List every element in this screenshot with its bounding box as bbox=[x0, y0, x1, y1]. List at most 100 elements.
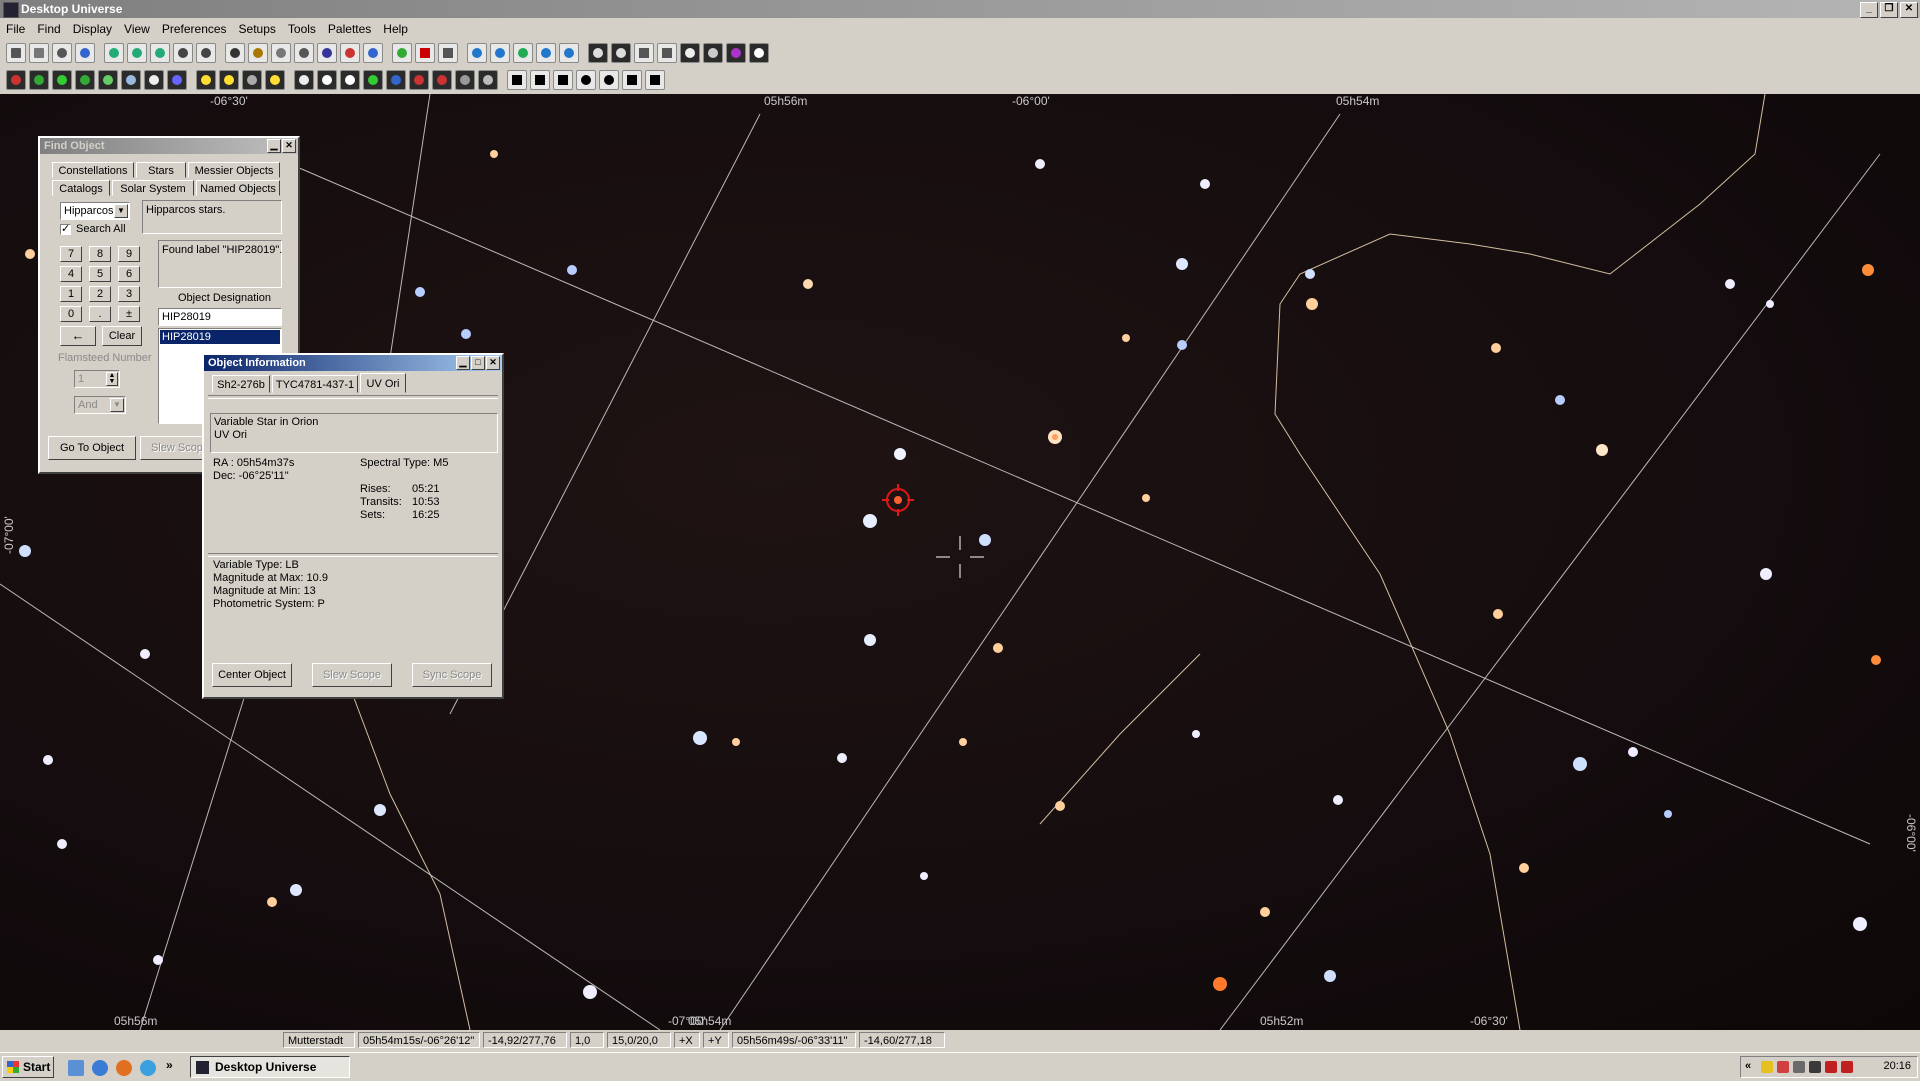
tab-messier-objects[interactable]: Messier Objects bbox=[188, 162, 280, 178]
numpad-3[interactable]: 3 bbox=[118, 286, 140, 302]
snapshot-icon[interactable] bbox=[622, 70, 642, 90]
tray-expand-icon[interactable]: « bbox=[1745, 1060, 1751, 1072]
zoom-in-icon[interactable] bbox=[104, 43, 124, 63]
crosshair-icon[interactable] bbox=[144, 70, 164, 90]
object-slew-scope-button[interactable]: Slew Scope bbox=[312, 663, 392, 687]
object-info-title-bar[interactable]: Object Information ▁ □ ✕ bbox=[204, 355, 502, 371]
numpad-6[interactable]: 6 bbox=[118, 266, 140, 282]
numpad-1[interactable]: 1 bbox=[60, 286, 82, 302]
compass-icon[interactable] bbox=[225, 43, 245, 63]
magnifier-icon[interactable] bbox=[576, 70, 596, 90]
pan-north-icon[interactable] bbox=[173, 43, 193, 63]
horizon-icon[interactable] bbox=[242, 70, 262, 90]
grid-icon[interactable] bbox=[121, 70, 141, 90]
menu-palettes[interactable]: Palettes bbox=[322, 22, 377, 36]
book-icon[interactable] bbox=[726, 43, 746, 63]
moon-icon[interactable] bbox=[219, 70, 239, 90]
network-icon[interactable] bbox=[1809, 1061, 1821, 1073]
nebula-icon[interactable] bbox=[29, 70, 49, 90]
globe-5-icon[interactable] bbox=[559, 43, 579, 63]
menu-tools[interactable]: Tools bbox=[282, 22, 322, 36]
antivirus-icon[interactable] bbox=[1777, 1061, 1789, 1073]
print-icon[interactable] bbox=[6, 43, 26, 63]
media-player-icon[interactable] bbox=[140, 1060, 156, 1076]
close-button[interactable]: ✕ bbox=[1900, 2, 1918, 18]
measure-icon[interactable] bbox=[553, 70, 573, 90]
catalog-select[interactable]: Hipparcos ▼ bbox=[60, 202, 130, 220]
numpad-dot[interactable]: . bbox=[89, 306, 111, 322]
globe-1-icon[interactable] bbox=[467, 43, 487, 63]
edit-icon[interactable] bbox=[680, 43, 700, 63]
taskbar-app-button[interactable]: Desktop Universe bbox=[190, 1056, 350, 1078]
palette-gray-icon[interactable] bbox=[438, 43, 458, 63]
catalog-dropdown-arrow-icon[interactable]: ▼ bbox=[114, 204, 128, 218]
menu-preferences[interactable]: Preferences bbox=[156, 22, 233, 36]
ruler-icon[interactable] bbox=[645, 70, 665, 90]
tab-stars[interactable]: Stars bbox=[136, 162, 186, 178]
object-info-close-button[interactable]: ✕ bbox=[486, 356, 500, 370]
palette-red-icon[interactable] bbox=[415, 43, 435, 63]
tab-uv-ori[interactable]: UV Ori bbox=[360, 373, 406, 393]
copy-icon[interactable] bbox=[29, 43, 49, 63]
constellation-icon[interactable] bbox=[294, 70, 314, 90]
pointer-icon[interactable] bbox=[507, 70, 527, 90]
object-designation-input[interactable]: HIP28019 bbox=[158, 308, 282, 326]
backspace-button[interactable]: ← bbox=[60, 326, 96, 346]
tab-solar-system[interactable]: Solar System bbox=[112, 180, 194, 196]
numpad-4[interactable]: 4 bbox=[60, 266, 82, 282]
clear-button[interactable]: Clear bbox=[102, 326, 142, 346]
earth-icon[interactable] bbox=[386, 70, 406, 90]
planet-icon[interactable] bbox=[75, 70, 95, 90]
printer-icon[interactable] bbox=[703, 43, 723, 63]
chart-icon[interactable] bbox=[363, 43, 383, 63]
pan-south-icon[interactable] bbox=[196, 43, 216, 63]
numpad-plusminus[interactable]: ± bbox=[118, 306, 140, 322]
palette-rgb-icon[interactable] bbox=[392, 43, 412, 63]
tab-sh2-276b[interactable]: Sh2-276b bbox=[212, 375, 270, 393]
frame-icon[interactable] bbox=[317, 43, 337, 63]
sun-icon[interactable] bbox=[196, 70, 216, 90]
update-icon[interactable] bbox=[1825, 1061, 1837, 1073]
quicklaunch-more-icon[interactable]: » bbox=[166, 1058, 173, 1072]
menu-find[interactable]: Find bbox=[31, 22, 66, 36]
image-icon[interactable] bbox=[340, 43, 360, 63]
menu-view[interactable]: View bbox=[118, 22, 156, 36]
security-shield-icon[interactable] bbox=[1761, 1061, 1773, 1073]
cluster-icon[interactable] bbox=[52, 70, 72, 90]
globe-3-icon[interactable] bbox=[513, 43, 533, 63]
numpad-5[interactable]: 5 bbox=[89, 266, 111, 282]
center-object-button[interactable]: Center Object bbox=[212, 663, 292, 687]
camera-icon[interactable] bbox=[52, 43, 72, 63]
tab-named-objects[interactable]: Named Objects bbox=[196, 180, 280, 196]
tab-tyc4781-437-1[interactable]: TYC4781-437-1 bbox=[272, 375, 358, 393]
zoom-fit-icon[interactable] bbox=[150, 43, 170, 63]
alert-icon[interactable] bbox=[1841, 1061, 1853, 1073]
and-select[interactable]: And ▼ bbox=[74, 396, 126, 414]
menu-file[interactable]: File bbox=[0, 22, 31, 36]
mount-icon[interactable] bbox=[271, 43, 291, 63]
blue-star-icon[interactable] bbox=[167, 70, 187, 90]
tab-catalogs[interactable]: Catalogs bbox=[52, 180, 110, 196]
spinner-arrows-icon[interactable]: ▲ ▼ bbox=[106, 372, 118, 386]
s-icon[interactable] bbox=[340, 70, 360, 90]
volume-icon[interactable] bbox=[1793, 1061, 1805, 1073]
menu-setups[interactable]: Setups bbox=[233, 22, 282, 36]
and-dropdown-arrow-icon[interactable]: ▼ bbox=[110, 398, 124, 412]
firefox-icon[interactable] bbox=[116, 1060, 132, 1076]
start-button[interactable]: Start bbox=[2, 1056, 54, 1078]
internet-explorer-icon[interactable] bbox=[92, 1060, 108, 1076]
numpad-7[interactable]: 7 bbox=[60, 246, 82, 262]
telescope-icon[interactable] bbox=[248, 43, 268, 63]
move-icon[interactable] bbox=[530, 70, 550, 90]
undo-icon[interactable] bbox=[75, 43, 95, 63]
globe-2-icon[interactable] bbox=[490, 43, 510, 63]
headphones-icon[interactable] bbox=[599, 70, 619, 90]
find-object-title-bar[interactable]: Find Object ▁ ✕ bbox=[40, 138, 298, 154]
globe-4-icon[interactable] bbox=[536, 43, 556, 63]
numpad-0[interactable]: 0 bbox=[60, 306, 82, 322]
numpad-9[interactable]: 9 bbox=[118, 246, 140, 262]
table-view-icon[interactable] bbox=[657, 43, 677, 63]
galaxy-icon[interactable] bbox=[6, 70, 26, 90]
object-info-maximize-button[interactable]: □ bbox=[471, 356, 485, 370]
asteroid-icon[interactable] bbox=[478, 70, 498, 90]
